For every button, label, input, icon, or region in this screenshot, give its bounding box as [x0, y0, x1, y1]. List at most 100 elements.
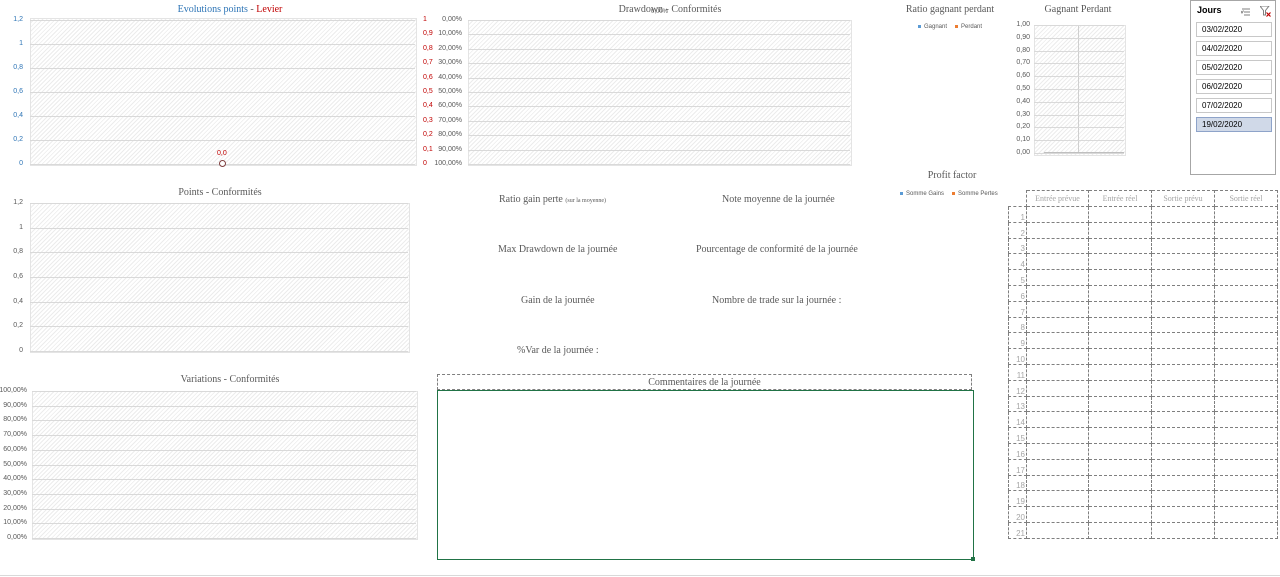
trade-cell[interactable] — [1088, 506, 1152, 523]
trade-cell[interactable] — [1151, 363, 1215, 381]
trade-cell[interactable] — [1214, 411, 1278, 429]
trade-cell[interactable] — [1214, 427, 1278, 444]
trade-cell[interactable] — [1151, 332, 1215, 350]
trade-cell[interactable] — [1214, 521, 1278, 539]
slicer-item-3[interactable]: 06/02/2020 — [1196, 79, 1272, 94]
trade-cell[interactable] — [1214, 332, 1278, 350]
trade-cell[interactable] — [1214, 206, 1278, 223]
trade-cell[interactable] — [1151, 221, 1215, 239]
trade-cell[interactable] — [1151, 490, 1215, 508]
trade-cell[interactable] — [1214, 284, 1278, 302]
points-plot-area[interactable] — [30, 203, 410, 353]
trade-cell[interactable] — [1088, 332, 1152, 350]
trade-cell[interactable] — [1026, 458, 1089, 476]
trade-cell[interactable] — [1088, 458, 1152, 476]
trade-cell[interactable] — [1088, 300, 1152, 318]
trade-cell[interactable] — [1214, 316, 1278, 334]
trade-cell[interactable] — [1088, 284, 1152, 302]
trade-cell[interactable] — [1151, 411, 1215, 429]
multi-select-icon[interactable] — [1240, 4, 1251, 16]
trade-cell[interactable] — [1088, 206, 1152, 223]
trade-cell[interactable] — [1151, 348, 1215, 365]
trade-cell[interactable] — [1088, 237, 1152, 255]
trade-cell[interactable] — [1026, 395, 1089, 413]
trade-cell[interactable] — [1026, 316, 1089, 334]
trade-cell[interactable] — [1088, 269, 1152, 286]
trade-cell[interactable] — [1214, 379, 1278, 397]
trade-cell[interactable] — [1026, 332, 1089, 350]
slicer-item-4[interactable]: 07/02/2020 — [1196, 98, 1272, 113]
variations-plot-area[interactable] — [32, 391, 418, 540]
trade-cell[interactable] — [1151, 442, 1215, 460]
trade-cell[interactable] — [1026, 379, 1089, 397]
trade-cell[interactable] — [1026, 411, 1089, 429]
trade-cell[interactable] — [1026, 363, 1089, 381]
trade-cell[interactable] — [1088, 427, 1152, 444]
trade-cell[interactable] — [1151, 474, 1215, 492]
trade-cell[interactable] — [1214, 348, 1278, 365]
trade-cell[interactable] — [1088, 395, 1152, 413]
trade-cell[interactable] — [1026, 253, 1089, 271]
trade-cell[interactable] — [1214, 253, 1278, 271]
slicer-item-0[interactable]: 03/02/2020 — [1196, 22, 1272, 37]
trade-cell[interactable] — [1026, 427, 1089, 444]
trade-cell[interactable] — [1151, 316, 1215, 334]
drawdown-plot-area[interactable] — [468, 20, 852, 166]
trade-cell[interactable] — [1151, 253, 1215, 271]
trade-cell[interactable] — [1026, 221, 1089, 239]
trade-cell[interactable] — [1088, 221, 1152, 239]
trade-cell[interactable] — [1026, 474, 1089, 492]
trade-cell[interactable] — [1088, 363, 1152, 381]
trade-cell[interactable] — [1088, 348, 1152, 365]
trade-cell[interactable] — [1026, 348, 1089, 365]
trade-cell[interactable] — [1214, 363, 1278, 381]
trade-cell[interactable] — [1026, 269, 1089, 286]
slicer-item-1[interactable]: 04/02/2020 — [1196, 41, 1272, 56]
trade-cell[interactable] — [1214, 221, 1278, 239]
slicer-item-2[interactable]: 05/02/2020 — [1196, 60, 1272, 75]
trade-cell[interactable] — [1214, 474, 1278, 492]
trade-cell[interactable] — [1151, 300, 1215, 318]
trade-cell[interactable] — [1026, 206, 1089, 223]
trade-cell[interactable] — [1214, 442, 1278, 460]
trade-cell[interactable] — [1026, 300, 1089, 318]
trade-cell[interactable] — [1088, 474, 1152, 492]
trade-cell[interactable] — [1088, 521, 1152, 539]
trade-cell[interactable] — [1151, 458, 1215, 476]
trade-cell[interactable] — [1026, 237, 1089, 255]
jours-slicer[interactable]: Jours 03/02/2020 04/02/2020 05/02/2020 06/0… — [1190, 0, 1276, 175]
trade-cell[interactable] — [1026, 442, 1089, 460]
trade-cell[interactable] — [1151, 237, 1215, 255]
trade-cell[interactable] — [1214, 506, 1278, 523]
trade-cell[interactable] — [1151, 269, 1215, 286]
comments-resize-handle[interactable] — [971, 557, 975, 561]
evolution-data-point[interactable] — [219, 160, 226, 167]
trade-cell[interactable] — [1026, 284, 1089, 302]
trade-cell[interactable] — [1088, 490, 1152, 508]
trade-cell[interactable] — [1214, 458, 1278, 476]
trade-cell[interactable] — [1151, 506, 1215, 523]
trade-cell[interactable] — [1151, 395, 1215, 413]
trade-cell[interactable] — [1088, 316, 1152, 334]
trade-cell[interactable] — [1214, 269, 1278, 286]
comments-textarea[interactable] — [437, 390, 974, 560]
trade-cell[interactable] — [1088, 411, 1152, 429]
trade-cell[interactable] — [1026, 506, 1089, 523]
trade-cell[interactable] — [1214, 300, 1278, 318]
gagnant-plot-area[interactable] — [1034, 25, 1126, 156]
clear-filter-icon[interactable] — [1258, 4, 1271, 17]
trade-cell[interactable] — [1088, 442, 1152, 460]
trade-cell[interactable] — [1151, 427, 1215, 444]
trade-cell[interactable] — [1151, 521, 1215, 539]
trade-cell[interactable] — [1214, 237, 1278, 255]
trade-cell[interactable] — [1214, 490, 1278, 508]
trade-cell[interactable] — [1214, 395, 1278, 413]
trade-cell[interactable] — [1088, 379, 1152, 397]
trade-cell[interactable] — [1026, 490, 1089, 508]
trade-cell[interactable] — [1026, 521, 1089, 539]
trade-cell[interactable] — [1151, 379, 1215, 397]
trade-cell[interactable] — [1151, 206, 1215, 223]
trade-cell[interactable] — [1151, 284, 1215, 302]
slicer-item-5[interactable]: 19/02/2020 — [1196, 117, 1272, 132]
trade-cell[interactable] — [1088, 253, 1152, 271]
